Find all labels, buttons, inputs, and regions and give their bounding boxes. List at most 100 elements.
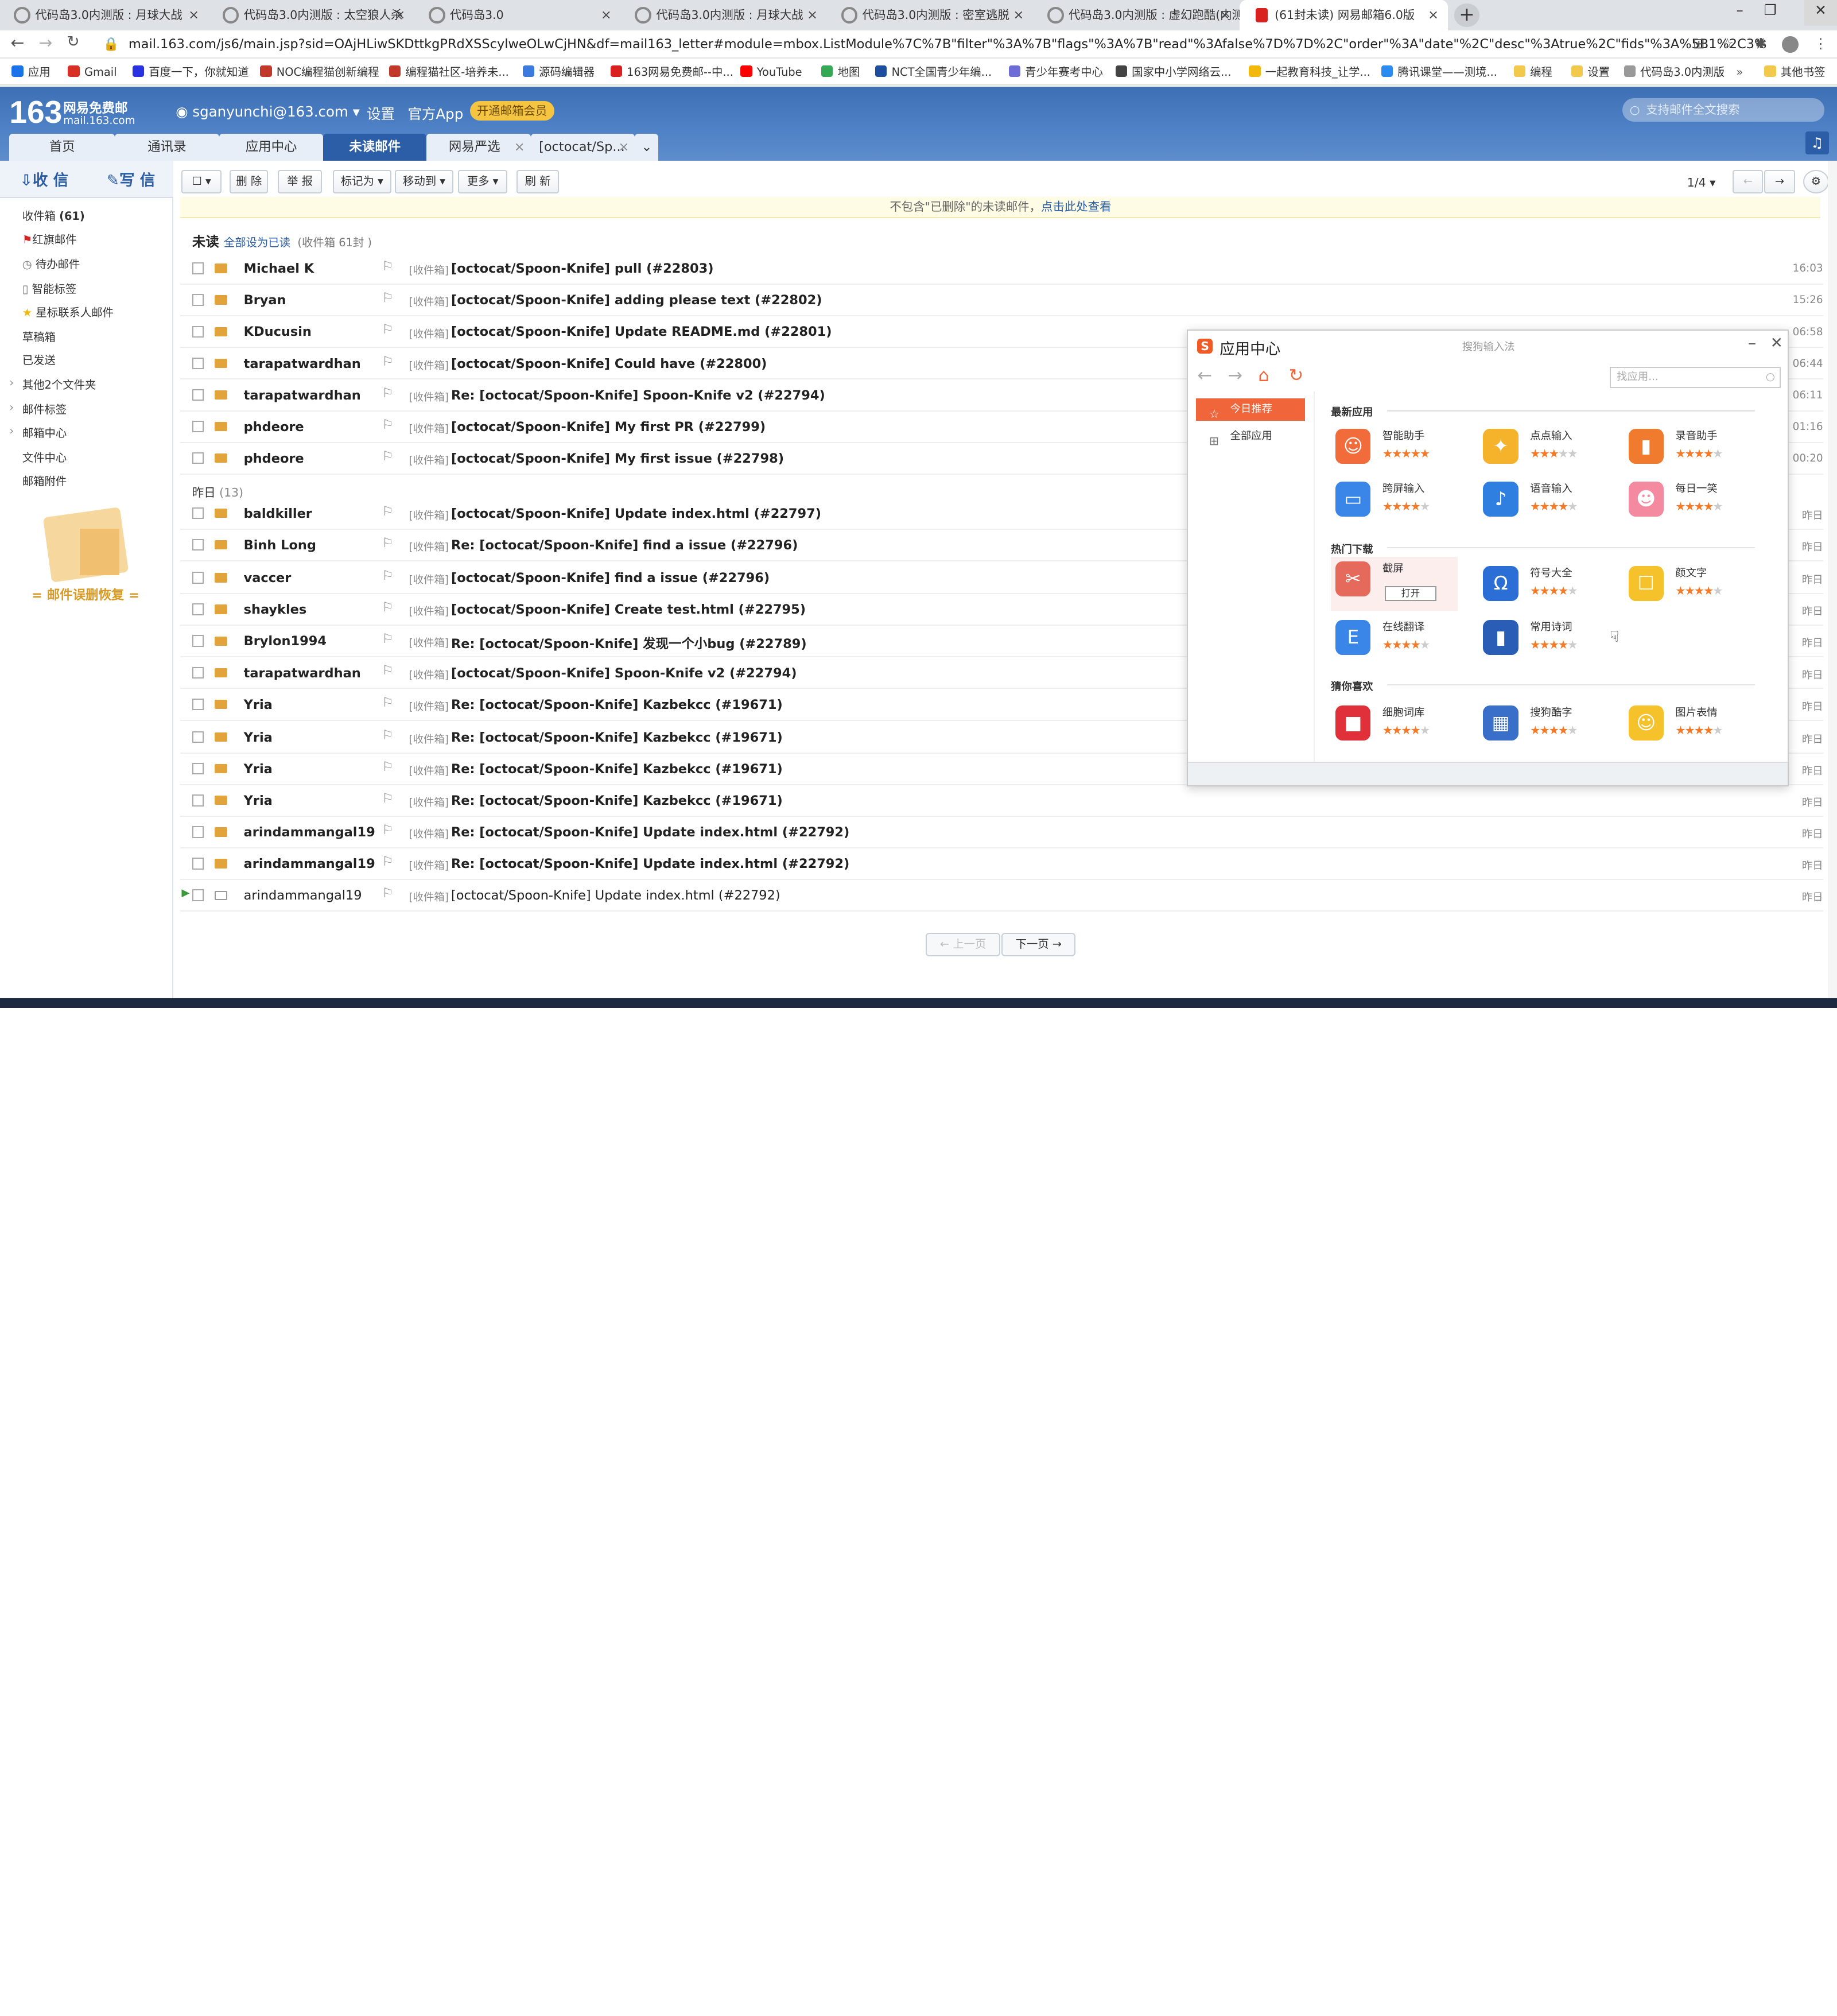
- vip-button[interactable]: 开通邮箱会员: [469, 100, 554, 121]
- sidebar-item-attachments[interactable]: 邮箱附件: [22, 472, 67, 489]
- tab-close-icon[interactable]: ×: [188, 0, 199, 30]
- mail163-logo[interactable]: 163 网易免费邮 mail.163.com: [9, 94, 135, 130]
- browser-tab[interactable]: 代码岛3.0内测版 : 虚幻跑酷(内测 ×: [1034, 0, 1240, 30]
- profile-avatar-icon[interactable]: [1782, 36, 1799, 53]
- tab-mail-open[interactable]: [octocat/Sp... ×: [530, 133, 635, 161]
- app-tile[interactable]: ✂ 截屏 打开: [1331, 556, 1458, 611]
- bookmark-folder[interactable]: 编程: [1513, 60, 1552, 86]
- row-checkbox[interactable]: [192, 731, 204, 743]
- app-tile[interactable]: ☺ 图片表情 ★★★★★: [1624, 701, 1753, 748]
- sidebar-item-inbox[interactable]: 收件箱 (61): [22, 207, 85, 223]
- more-dropdown[interactable]: 更多 ▾: [458, 170, 507, 193]
- close-icon[interactable]: ×: [514, 134, 525, 161]
- mail-row[interactable]: ▶ arindammangal19 ⚐ [收件箱] [octocat/Spoon-Kni…: [180, 880, 1823, 912]
- mail-row[interactable]: arindammangal19 ⚐ [收件箱] Re: [octocat/Spoon-…: [180, 848, 1823, 881]
- row-checkbox[interactable]: [192, 826, 204, 838]
- app-tile[interactable]: ▦ 搜狗酷字 ★★★★★: [1478, 701, 1607, 748]
- bookmark-item[interactable]: 腾讯课堂——测境...: [1381, 60, 1497, 86]
- flag-icon[interactable]: ⚐: [382, 504, 394, 519]
- next-page-icon[interactable]: →: [1764, 170, 1795, 193]
- browser-tab[interactable]: 代码岛3.0 ×: [415, 0, 621, 30]
- row-checkbox[interactable]: [192, 507, 204, 519]
- app-tile[interactable]: ♪ 语音输入 ★★★★★: [1478, 477, 1607, 524]
- row-checkbox[interactable]: [192, 389, 204, 401]
- row-checkbox[interactable]: [192, 635, 204, 647]
- row-checkbox[interactable]: [192, 452, 204, 464]
- minimize-window-icon[interactable]: –: [1725, 0, 1755, 26]
- sidebar-item-drafts[interactable]: 草稿箱: [22, 328, 56, 344]
- next-page-button[interactable]: 下一页 →: [1001, 933, 1076, 956]
- row-checkbox[interactable]: [192, 539, 204, 551]
- sidebar-item-flagged[interactable]: ⚑红旗邮件: [22, 231, 77, 247]
- browser-tab[interactable]: 代码岛3.0内测版 : 密室逃脱 ×: [827, 0, 1033, 30]
- close-icon[interactable]: ✕: [1770, 334, 1783, 352]
- move-to-dropdown[interactable]: 移动到 ▾: [394, 170, 454, 193]
- close-window-icon[interactable]: ✕: [1804, 0, 1837, 26]
- open-app-button[interactable]: 打开: [1385, 586, 1436, 602]
- flag-icon[interactable]: ⚐: [382, 568, 394, 583]
- sidebar-item-file-center[interactable]: 文件中心: [22, 449, 67, 465]
- reload-icon[interactable]: ↻: [67, 33, 79, 51]
- mark-as-dropdown[interactable]: 标记为 ▾: [332, 170, 391, 193]
- tab-contacts[interactable]: 通讯录: [115, 133, 219, 161]
- row-checkbox[interactable]: [192, 294, 204, 306]
- app-search-input[interactable]: 找应用... ○: [1609, 366, 1781, 388]
- app-tile[interactable]: ✦ 点点输入 ★★★★★: [1478, 424, 1607, 471]
- tab-yanxuan[interactable]: 网易严选 ×: [426, 133, 531, 161]
- app-tile[interactable]: ▭ 跨屏输入 ★★★★★: [1331, 477, 1460, 524]
- official-app-link[interactable]: 官方App: [407, 103, 463, 123]
- bookmark-item[interactable]: 代码岛3.0内测版: [1624, 60, 1725, 86]
- bookmark-item[interactable]: NOC编程猫创新编程: [260, 60, 379, 86]
- flag-icon[interactable]: ⚐: [382, 728, 394, 743]
- browser-tab[interactable]: 代码岛3.0内测版 : 太空狼人杀 ×: [208, 0, 414, 30]
- mark-all-read-link[interactable]: 全部设为已读: [224, 236, 290, 249]
- flag-icon[interactable]: ⚐: [382, 631, 394, 646]
- flag-icon[interactable]: ⚐: [382, 290, 394, 305]
- page-indicator[interactable]: 1/4 ▾: [1687, 176, 1716, 189]
- tab-home[interactable]: 首页: [9, 133, 115, 161]
- row-checkbox[interactable]: [192, 262, 204, 274]
- select-all-checkbox[interactable]: ☐ ▾: [181, 170, 222, 193]
- browser-tab[interactable]: 代码岛3.0内测版 : 月球大战 ×: [0, 0, 208, 30]
- bookmark-folder[interactable]: 设置: [1571, 60, 1610, 86]
- prev-page-button[interactable]: ← 上一页: [925, 933, 1001, 956]
- tab-close-icon[interactable]: ×: [807, 0, 818, 30]
- sidebar-item-other-folders[interactable]: › 其他2个文件夹: [9, 376, 96, 392]
- bookmark-item[interactable]: 编程猫社区-培养未...: [389, 60, 509, 86]
- mail-row[interactable]: arindammangal19 ⚐ [收件箱] Re: [octocat/Spoon-…: [180, 817, 1823, 849]
- tab-close-icon[interactable]: ×: [1220, 0, 1230, 30]
- sidebar-item-starred-contacts[interactable]: ★ 星标联系人邮件: [22, 304, 114, 320]
- app-tile[interactable]: ▮ 录音助手 ★★★★★: [1624, 424, 1753, 471]
- delete-button[interactable]: 删 除: [230, 170, 269, 193]
- report-button[interactable]: 举 报: [277, 170, 323, 193]
- flag-icon[interactable]: ⚐: [382, 417, 394, 432]
- sidebar-item-smart-tags[interactable]: ▯ 智能标签: [22, 280, 76, 296]
- row-checkbox[interactable]: [192, 572, 204, 584]
- refresh-icon[interactable]: ↻: [1289, 366, 1304, 386]
- flag-icon[interactable]: ⚐: [382, 536, 394, 550]
- row-checkbox[interactable]: [192, 420, 204, 433]
- bookmarks-overflow-icon[interactable]: »: [1737, 60, 1743, 86]
- bookmark-item[interactable]: 青少年赛考中心: [1008, 60, 1103, 86]
- forward-icon[interactable]: →: [38, 33, 52, 52]
- flag-icon[interactable]: ⚐: [382, 854, 394, 869]
- flag-icon[interactable]: ⚐: [382, 322, 394, 337]
- row-checkbox[interactable]: [192, 763, 204, 775]
- home-icon[interactable]: ⌂: [1259, 366, 1269, 386]
- row-checkbox[interactable]: [192, 666, 204, 679]
- tab-close-icon[interactable]: ×: [1013, 0, 1024, 30]
- refresh-button[interactable]: 刷 新: [516, 170, 559, 193]
- flag-icon[interactable]: ⚐: [382, 354, 394, 369]
- flag-icon[interactable]: ⚐: [382, 386, 394, 401]
- bookmark-item[interactable]: 地图: [821, 60, 860, 86]
- flag-icon[interactable]: ⚐: [382, 791, 394, 806]
- new-tab-button[interactable]: +: [1454, 3, 1480, 27]
- expand-arrow-icon[interactable]: ▶: [181, 887, 189, 899]
- bookmark-item[interactable]: 163网易免费邮--中...: [610, 60, 733, 86]
- receive-button[interactable]: ⇩收 信: [20, 168, 68, 190]
- music-icon[interactable]: ♫: [1805, 131, 1829, 155]
- tab-close-icon[interactable]: ×: [601, 0, 612, 30]
- extensions-icon[interactable]: ✱: [1755, 35, 1767, 52]
- tab-unread[interactable]: 未读邮件: [323, 133, 427, 161]
- account-menu[interactable]: ◉ sganyunchi@163.com ▾: [176, 103, 360, 120]
